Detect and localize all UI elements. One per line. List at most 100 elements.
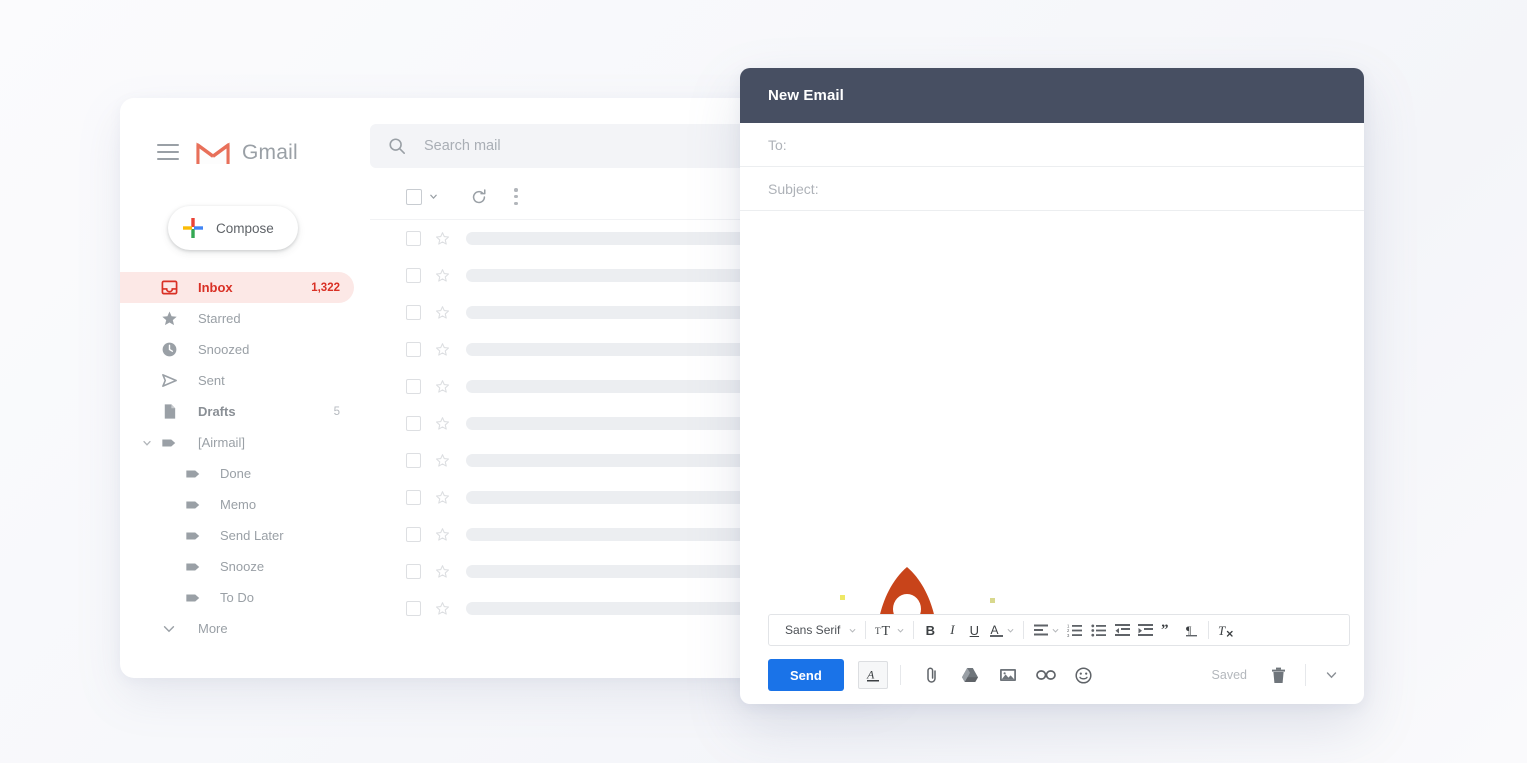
bold-button[interactable]: B	[919, 617, 941, 643]
star-outline-icon[interactable]	[435, 342, 450, 357]
sidebar-item-send-later[interactable]: Send Later	[120, 520, 354, 551]
bulleted-list-icon	[1091, 624, 1107, 637]
insert-link-button[interactable]	[1031, 661, 1061, 689]
align-button[interactable]	[1029, 617, 1063, 643]
row-checkbox[interactable]	[406, 231, 421, 246]
paragraph-mark-button[interactable]: ¶	[1181, 617, 1203, 643]
action-divider	[1305, 664, 1306, 686]
format-text-button[interactable]: A	[857, 661, 888, 689]
indent-more-icon	[1138, 624, 1154, 636]
compose-header: New Email	[740, 68, 1364, 123]
text-color-button[interactable]: A	[985, 617, 1018, 643]
plus-icon	[183, 218, 203, 238]
font-family-label: Sans Serif	[785, 623, 841, 637]
star-outline-icon[interactable]	[435, 453, 450, 468]
row-checkbox[interactable]	[406, 453, 421, 468]
compose-button[interactable]: Compose	[168, 206, 298, 250]
row-checkbox[interactable]	[406, 379, 421, 394]
text-color-icon: A	[990, 623, 1004, 637]
sidebar-item-airmail[interactable]: [Airmail]	[120, 427, 354, 458]
select-all-checkbox[interactable]	[406, 188, 422, 205]
star-outline-icon[interactable]	[435, 564, 450, 579]
star-outline-icon[interactable]	[435, 527, 450, 542]
subject-field[interactable]: Subject:	[740, 167, 1364, 211]
star-outline-icon[interactable]	[435, 490, 450, 505]
refresh-icon[interactable]	[470, 188, 488, 206]
more-vertical-icon[interactable]	[514, 188, 519, 205]
chevron-down-icon	[897, 628, 904, 633]
remove-formatting-button[interactable]: T	[1214, 617, 1239, 643]
italic-button[interactable]: I	[941, 617, 963, 643]
sidebar-item-drafts[interactable]: Drafts 5	[120, 396, 354, 427]
font-family-selector[interactable]: Sans Serif	[773, 617, 860, 643]
row-checkbox[interactable]	[406, 601, 421, 616]
chevron-down-icon[interactable]	[429, 192, 438, 201]
numbered-list-icon: 1 2 3	[1067, 624, 1083, 637]
svg-text:¶: ¶	[1186, 623, 1192, 637]
compose-body[interactable]: V a N d A L	[740, 211, 1364, 614]
sidebar-item-snooze[interactable]: Snooze	[120, 551, 354, 582]
action-divider	[899, 665, 901, 685]
sidebar-item-done[interactable]: Done	[120, 458, 354, 489]
attach-file-button[interactable]	[917, 661, 947, 689]
send-button[interactable]: Send	[768, 659, 844, 691]
row-checkbox[interactable]	[406, 527, 421, 542]
sidebar-item-sent[interactable]: Sent	[120, 365, 354, 396]
row-checkbox[interactable]	[406, 268, 421, 283]
sidebar-item-label: To Do	[220, 590, 254, 605]
sidebar-item-to-do[interactable]: To Do	[120, 582, 354, 613]
row-checkbox[interactable]	[406, 305, 421, 320]
chevron-down-icon[interactable]	[142, 438, 152, 448]
hamburger-menu-icon[interactable]	[157, 144, 179, 160]
font-size-icon: T T	[875, 624, 891, 638]
row-checkbox[interactable]	[406, 564, 421, 579]
bulleted-list-button[interactable]	[1087, 617, 1111, 643]
sidebar-item-memo[interactable]: Memo	[120, 489, 354, 520]
chevron-down-icon	[1326, 672, 1336, 679]
star-outline-icon[interactable]	[435, 305, 450, 320]
insert-photo-button[interactable]	[993, 661, 1023, 689]
label-icon	[184, 589, 202, 607]
sidebar-item-label: Starred	[198, 311, 241, 326]
indent-more-button[interactable]	[1134, 617, 1157, 643]
subject-field-label: Subject:	[768, 180, 819, 197]
insert-drive-button[interactable]	[955, 661, 985, 689]
paperclip-icon	[927, 667, 936, 683]
sidebar-item-label: Snooze	[220, 559, 265, 574]
indent-less-button[interactable]	[1111, 617, 1134, 643]
trash-icon	[1271, 667, 1285, 683]
drafts-count: 5	[333, 405, 340, 418]
star-outline-icon[interactable]	[435, 601, 450, 616]
row-checkbox[interactable]	[406, 416, 421, 431]
star-outline-icon[interactable]	[435, 231, 450, 246]
to-field[interactable]: To:	[740, 123, 1364, 167]
sidebar-item-starred[interactable]: Starred	[120, 303, 354, 334]
star-outline-icon[interactable]	[435, 379, 450, 394]
emoji-icon	[1075, 666, 1092, 684]
star-icon	[160, 310, 178, 328]
label-icon	[184, 558, 202, 576]
sidebar-item-more[interactable]: More	[120, 613, 354, 644]
star-outline-icon[interactable]	[435, 416, 450, 431]
chevron-down-icon	[160, 620, 178, 638]
insert-emoji-button[interactable]	[1069, 661, 1099, 689]
draft-icon	[160, 403, 178, 421]
row-checkbox[interactable]	[406, 342, 421, 357]
row-checkbox[interactable]	[406, 490, 421, 505]
sidebar-item-label: Snoozed	[198, 342, 250, 357]
bold-label: B	[925, 622, 936, 638]
label-icon	[184, 496, 202, 514]
chevron-down-icon	[1052, 628, 1059, 633]
chevron-down-icon	[1007, 628, 1014, 633]
more-options-button[interactable]	[1320, 664, 1342, 686]
star-outline-icon[interactable]	[435, 268, 450, 283]
underline-button[interactable]: U	[963, 617, 985, 643]
block-quote-button[interactable]: ”	[1157, 617, 1181, 643]
discard-draft-button[interactable]	[1265, 662, 1291, 688]
font-size-button[interactable]: T T	[871, 617, 908, 643]
sidebar-item-inbox[interactable]: Inbox 1,322	[120, 272, 354, 303]
align-icon	[1034, 624, 1049, 636]
clock-icon	[160, 341, 178, 359]
numbered-list-button[interactable]: 1 2 3	[1063, 617, 1087, 643]
sidebar-item-snoozed[interactable]: Snoozed	[120, 334, 354, 365]
